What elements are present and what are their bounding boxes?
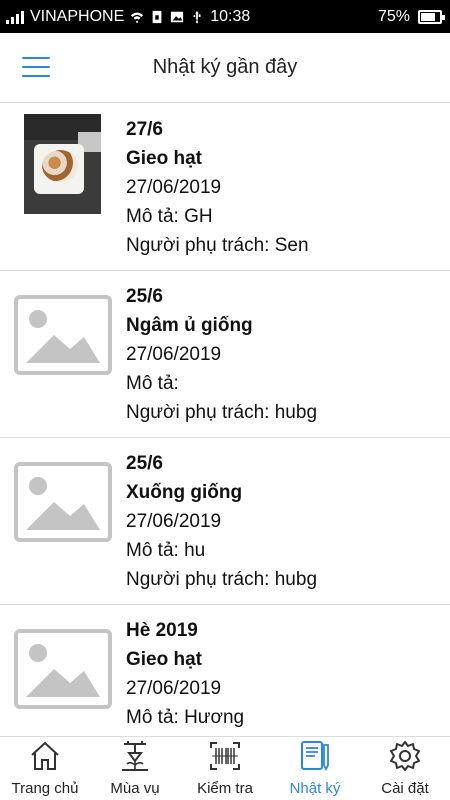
- list-item[interactable]: Hè 2019Gieo hạt27/06/2019Mô tả: HươngNgư…: [0, 605, 450, 736]
- entry-text: 25/6 Ngâm ủ giống 27/06/2019 Mô tả: Người ph…: [126, 282, 317, 427]
- entry-activity: Gieo hạt: [126, 649, 203, 670]
- entry-date: 27/06/2019: [126, 678, 222, 699]
- entry-description: Mô tả: GH: [126, 206, 213, 227]
- entry-activity: Xuống giống: [126, 482, 243, 503]
- nav-item-gear[interactable]: Cài đặt: [360, 737, 450, 800]
- entry-photo: [24, 114, 101, 214]
- journal-icon: [298, 739, 332, 780]
- battery-percent: 75%: [377, 7, 410, 25]
- status-bar: VINAPHONE 10:38 75%: [0, 0, 450, 33]
- image-icon: [171, 11, 184, 22]
- list-item[interactable]: 27/6 Gieo hạt 27/06/2019 Mô tả: GH Người phụ…: [0, 104, 450, 271]
- entry-description: Mô tả: Hương: [126, 707, 245, 728]
- hamburger-menu-icon[interactable]: [22, 57, 50, 77]
- nav-item-barcode-scan[interactable]: Kiểm tra: [180, 737, 270, 800]
- entry-description: Mô tả: hu: [126, 540, 206, 561]
- entry-season-name: 27/6: [126, 119, 163, 140]
- entry-person-in-charge: Người phụ trách: hubg: [126, 569, 318, 590]
- nav-item-journal[interactable]: Nhật ký: [270, 737, 360, 800]
- entry-text: Hè 2019Gieo hạt27/06/2019Mô tả: HươngNgư…: [126, 616, 314, 736]
- image-placeholder-icon: [14, 629, 112, 709]
- page-title: Nhật ký gần đây: [152, 56, 298, 78]
- wifi-icon: [131, 12, 144, 23]
- journal-list[interactable]: 27/6 Gieo hạt 27/06/2019 Mô tả: GH Người phụ…: [0, 104, 450, 736]
- battery-icon: [418, 9, 445, 24]
- entry-description: Mô tả:: [126, 373, 179, 394]
- nav-label: Cài đặt: [381, 780, 429, 797]
- gear-icon: [388, 739, 422, 780]
- entry-date: 27/06/2019: [126, 511, 222, 532]
- list-item[interactable]: 25/6 Xuống giống 27/06/2019 Mô tả: hu Người …: [0, 438, 450, 605]
- status-left: VINAPHONE 10:38: [6, 8, 250, 26]
- entry-activity: Ngâm ủ giống: [126, 315, 253, 336]
- status-right: 75%: [377, 7, 445, 26]
- bottom-navigation: Trang chủ Mùa vụ Kiểm tra Nhật ký Cài đặt: [0, 736, 450, 800]
- image-placeholder-icon: [14, 295, 112, 375]
- signal-icon: [6, 10, 24, 24]
- usb-icon: [193, 10, 201, 23]
- app-header: Nhật ký gần đây: [0, 33, 450, 103]
- entry-text: 25/6 Xuống giống 27/06/2019 Mô tả: hu Người …: [126, 449, 317, 594]
- status-time: 10:38: [210, 7, 251, 25]
- sim-icon: [152, 10, 162, 23]
- nav-label: Kiểm tra: [197, 780, 253, 797]
- entry-date: 27/06/2019: [126, 344, 222, 365]
- barcode-scan-icon: [208, 739, 242, 780]
- nav-label: Trang chủ: [11, 780, 79, 797]
- entry-season-name: 25/6: [126, 286, 163, 307]
- entry-person-in-charge: Người phụ trách: Sen: [126, 235, 309, 256]
- nav-label: Mùa vụ: [110, 780, 160, 797]
- entry-season-name: Hè 2019: [126, 620, 198, 641]
- carrier-name: VINAPHONE: [30, 7, 125, 25]
- image-placeholder-icon: [14, 462, 112, 542]
- home-icon: [28, 739, 62, 780]
- entry-person-in-charge: Người phụ trách: hubg: [126, 402, 318, 423]
- crop-icon: [118, 739, 152, 780]
- list-item[interactable]: 25/6 Ngâm ủ giống 27/06/2019 Mô tả: Người ph…: [0, 271, 450, 438]
- nav-item-home[interactable]: Trang chủ: [0, 737, 90, 800]
- entry-activity: Gieo hạt: [126, 148, 203, 169]
- entry-text: 27/6 Gieo hạt 27/06/2019 Mô tả: GH Người phụ…: [126, 115, 309, 260]
- nav-item-crop[interactable]: Mùa vụ: [90, 737, 180, 800]
- nav-label: Nhật ký: [289, 780, 341, 797]
- entry-date: 27/06/2019: [126, 177, 222, 198]
- entry-season-name: 25/6: [126, 453, 163, 474]
